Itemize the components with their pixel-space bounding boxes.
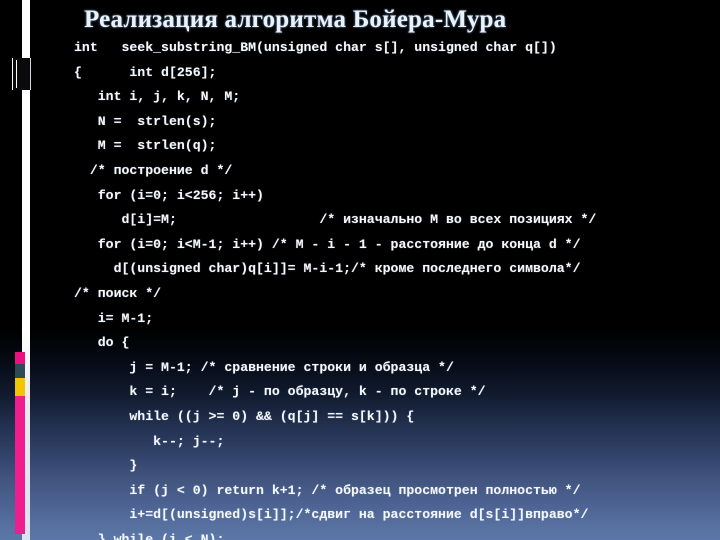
code-line: i= M-1;	[74, 310, 154, 326]
code-line: { int d[256];	[74, 64, 217, 80]
code-line: } while (i < N);	[74, 531, 225, 540]
presentation-slide: Реализация алгоритма Бойера-Мура int see…	[0, 0, 720, 540]
code-line: k = i; /* j - по образцу, k - по строке …	[74, 384, 486, 400]
color-segment-teal	[15, 364, 25, 378]
code-line: /* построение d */	[74, 162, 233, 178]
code-line: d[i]=M; /* изначально M во всех позициях…	[74, 212, 597, 228]
code-line: i+=d[(unsigned)s[i]];/*сдвиг на расстоян…	[74, 507, 589, 523]
code-line: int seek_substring_BM(unsigned char s[],…	[74, 40, 557, 55]
slide-title: Реализация алгоритма Бойера-Мура	[84, 6, 507, 33]
left-dark-block-highlight	[16, 60, 17, 88]
left-color-bar-decoration	[15, 352, 25, 534]
code-line: N = strlen(s);	[74, 113, 217, 129]
code-line: int i, j, k, N, M;	[74, 89, 241, 105]
color-segment-magenta	[15, 396, 25, 534]
code-line: for (i=0; i<M-1; i++) /* M - i - 1 - рас…	[74, 236, 581, 252]
code-line: M = strlen(q);	[74, 138, 217, 154]
color-segment-magenta-top	[15, 352, 25, 364]
code-line: /* поиск */	[74, 285, 162, 301]
code-line: if (j < 0) return k+1; /* образец просмо…	[74, 482, 581, 498]
code-line: j = M-1; /* сравнение строки и образца *…	[74, 359, 454, 375]
code-line: k--; j--;	[74, 433, 225, 449]
code-line: }	[74, 458, 138, 474]
code-block: int seek_substring_BM(unsigned char s[],…	[74, 36, 720, 540]
code-line: while ((j >= 0) && (q[j] == s[k])) {	[74, 408, 415, 424]
color-segment-yellow	[15, 378, 25, 396]
code-line: for (i=0; i<256; i++)	[74, 187, 264, 203]
left-dark-block-decoration	[12, 58, 31, 90]
code-line: do {	[74, 335, 130, 351]
code-line: d[(unsigned char)q[i]]= M-i-1;/* кроме п…	[74, 261, 581, 277]
